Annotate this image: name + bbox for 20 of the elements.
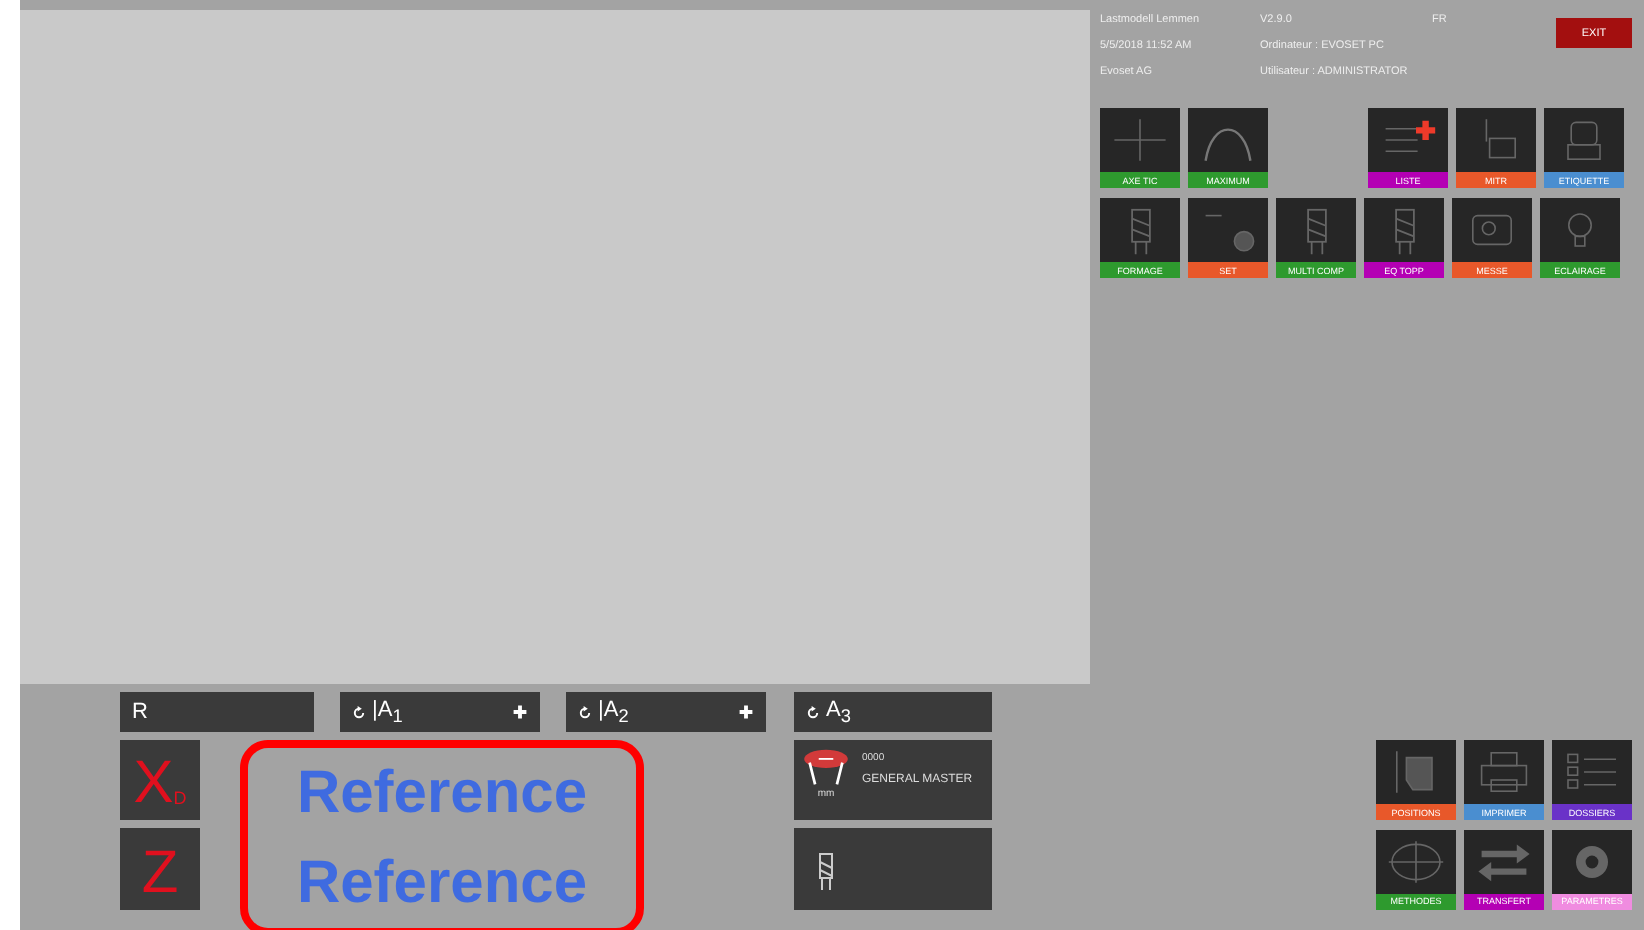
tool-holder-icon <box>802 748 850 788</box>
axis-bar: A$_{3}$ <box>794 692 992 732</box>
drill-icon <box>1393 208 1415 256</box>
axis-bar: |A$_{1}$ <box>340 692 540 732</box>
axis-bar: |A$_{2}$ <box>566 692 766 732</box>
axis-tile: Z <box>120 828 200 910</box>
rotate-icon <box>578 705 592 719</box>
reading-text: Reference <box>296 849 588 917</box>
rotate-icon <box>352 705 366 719</box>
plus-icon[interactable] <box>512 704 528 720</box>
drill-icon <box>818 852 834 892</box>
reading-text: Reference <box>296 759 588 827</box>
drill-icon <box>1305 208 1327 256</box>
crosshair-icon <box>1384 835 1448 887</box>
crosshair-icon <box>1108 114 1172 166</box>
rotate-icon <box>806 705 820 719</box>
axis-bar: R <box>120 692 314 732</box>
plus-icon[interactable] <box>738 704 754 720</box>
drill-icon <box>1129 208 1151 256</box>
axis-tile: XD <box>120 740 200 820</box>
